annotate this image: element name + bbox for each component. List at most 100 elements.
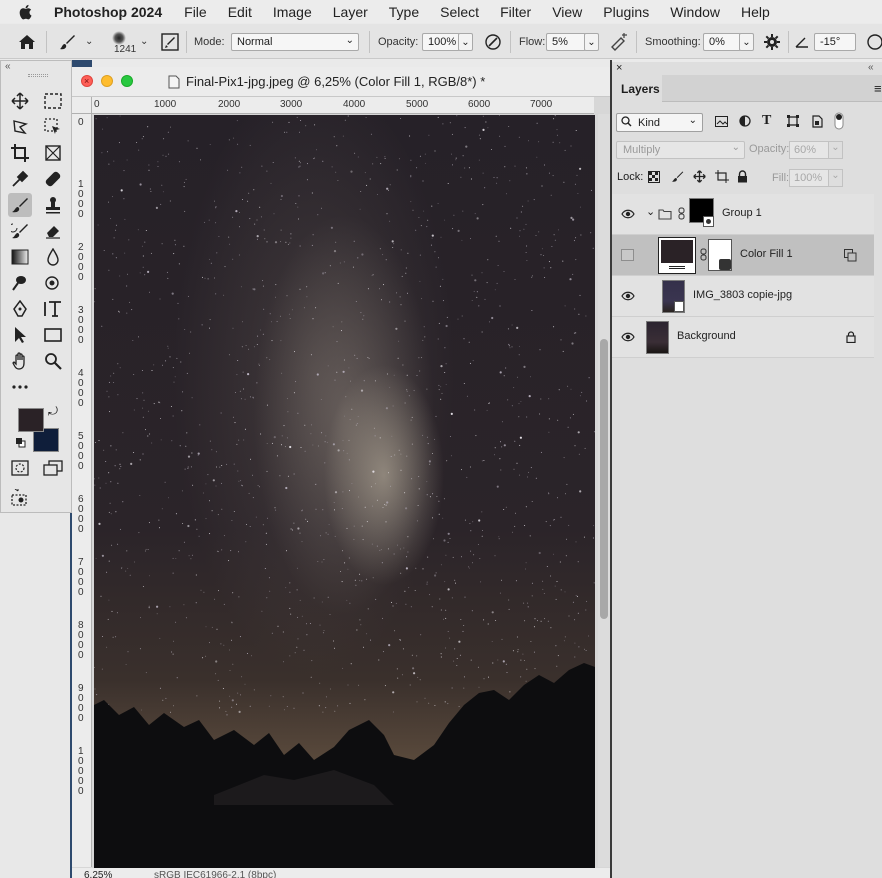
visibility-eye-icon[interactable] xyxy=(621,208,635,220)
rectangle-tool-icon[interactable] xyxy=(41,323,65,347)
vertical-scrollbar[interactable] xyxy=(598,114,610,867)
pressure-opacity-icon[interactable] xyxy=(484,24,502,59)
visibility-eye-icon[interactable] xyxy=(621,331,635,343)
brush-settings-icon[interactable] xyxy=(161,24,179,59)
more-tools-icon[interactable] xyxy=(8,375,32,399)
menu-select[interactable]: Select xyxy=(440,4,479,20)
menu-type[interactable]: Type xyxy=(389,4,419,20)
hand-tool-icon[interactable] xyxy=(8,349,32,373)
smoothing-input[interactable]: 0% xyxy=(703,33,741,51)
vertical-ruler[interactable]: 0 1000 2000 3000 4000 5000 6000 7000 8000 9000 10… xyxy=(72,114,92,867)
ruler-origin[interactable] xyxy=(72,97,92,114)
visibility-eye-icon[interactable] xyxy=(621,290,635,302)
lock-image-pixels-icon[interactable] xyxy=(671,170,684,186)
layer-name[interactable]: Color Fill 1 xyxy=(740,248,793,260)
layer-mask-thumbnail[interactable] xyxy=(708,239,732,271)
flow-input[interactable]: 5% xyxy=(546,33,586,51)
shape-filter-icon[interactable] xyxy=(787,115,799,130)
chevron-down-icon[interactable]: ⌄ xyxy=(85,24,93,59)
color-profile[interactable]: sRGB IEC61966-2.1 (8bpc) xyxy=(154,870,276,878)
lock-icon[interactable] xyxy=(846,331,856,346)
layer-row-background[interactable]: Background xyxy=(612,317,874,358)
fill-input[interactable]: 100% xyxy=(789,169,829,187)
document-title-bar[interactable]: × Final-Pix1-jpg.jpeg @ 6,25% (Color Fil… xyxy=(72,67,610,97)
layer-row-color-fill-1[interactable]: Color Fill 1 xyxy=(612,235,874,276)
home-icon[interactable] xyxy=(18,24,36,59)
image-canvas[interactable] xyxy=(94,115,595,868)
menu-edit[interactable]: Edit xyxy=(228,4,252,20)
default-colors-icon[interactable] xyxy=(15,437,26,451)
close-icon[interactable]: × xyxy=(616,62,622,74)
horizontal-ruler[interactable]: 0 1000 2000 3000 4000 5000 6000 7000 xyxy=(92,97,594,114)
chevron-down-icon[interactable]: ⌄ xyxy=(828,169,843,187)
apple-icon[interactable] xyxy=(18,4,36,20)
brush-tool-icon[interactable] xyxy=(8,193,32,217)
move-tool-icon[interactable] xyxy=(8,89,32,113)
foreground-color-swatch[interactable] xyxy=(18,408,44,432)
gear-icon[interactable] xyxy=(764,24,780,59)
chevron-down-icon[interactable]: ⌄ xyxy=(646,205,655,218)
pen-tool-icon[interactable] xyxy=(8,297,32,321)
mode-select[interactable]: Normal ⌄ xyxy=(231,33,359,51)
adjustment-filter-icon[interactable] xyxy=(739,115,751,130)
smart-object-filter-icon[interactable] xyxy=(811,115,823,131)
visibility-checkbox[interactable] xyxy=(621,249,634,261)
pixel-filter-icon[interactable] xyxy=(715,116,728,130)
screen-mode-icon[interactable] xyxy=(41,456,65,480)
brush-tool-icon[interactable] xyxy=(58,24,76,59)
menu-view[interactable]: View xyxy=(552,4,582,20)
minimize-window-button[interactable] xyxy=(101,75,113,87)
opacity-input[interactable]: 100% xyxy=(422,33,460,51)
lock-artboard-icon[interactable] xyxy=(715,170,729,186)
smudge-tool-icon[interactable] xyxy=(41,271,65,295)
menu-layer[interactable]: Layer xyxy=(333,4,368,20)
menu-plugins[interactable]: Plugins xyxy=(603,4,649,20)
eyedropper-tool-icon[interactable] xyxy=(8,167,32,191)
type-tool-icon[interactable] xyxy=(41,297,65,321)
menu-image[interactable]: Image xyxy=(273,4,312,20)
layer-name[interactable]: Group 1 xyxy=(722,207,762,219)
lock-position-icon[interactable] xyxy=(693,170,706,186)
blend-mode-select[interactable]: Multiply ⌄ xyxy=(616,141,745,159)
menu-filter[interactable]: Filter xyxy=(500,4,531,20)
zoom-level[interactable]: 6,25% xyxy=(84,870,112,878)
filter-kind-select[interactable]: Kind ⌄ xyxy=(616,113,703,132)
brush-angle-input[interactable]: -15° xyxy=(814,33,856,51)
pressure-size-icon[interactable] xyxy=(866,24,882,59)
menu-window[interactable]: Window xyxy=(670,4,720,20)
edit-toolbar-icon[interactable] xyxy=(8,486,32,510)
tab-layers[interactable]: Layers xyxy=(612,75,662,102)
filter-toggle-icon[interactable] xyxy=(834,112,844,133)
dodge-tool-icon[interactable] xyxy=(8,271,32,295)
lock-all-icon[interactable] xyxy=(737,170,748,186)
zoom-tool-icon[interactable] xyxy=(41,349,65,373)
type-filter-icon[interactable]: T xyxy=(762,113,771,129)
object-selection-tool-icon[interactable] xyxy=(41,115,65,139)
smoothing-dropdown[interactable]: ⌄ xyxy=(739,33,754,51)
path-selection-tool-icon[interactable] xyxy=(8,323,32,347)
link-icon[interactable] xyxy=(678,207,685,223)
lock-transparent-pixels-icon[interactable] xyxy=(648,171,660,186)
panel-menu-icon[interactable]: ≡ xyxy=(874,81,882,96)
flow-dropdown[interactable]: ⌄ xyxy=(584,33,599,51)
scrollbar-thumb[interactable] xyxy=(600,339,608,619)
panel-grip[interactable] xyxy=(28,74,48,77)
airbrush-icon[interactable] xyxy=(609,24,629,59)
opacity-dropdown[interactable]: ⌄ xyxy=(458,33,473,51)
history-brush-tool-icon[interactable] xyxy=(8,219,32,243)
blur-tool-icon[interactable] xyxy=(41,245,65,269)
app-name-menu[interactable]: Photoshop 2024 xyxy=(54,4,162,20)
menu-file[interactable]: File xyxy=(184,4,207,20)
zoom-window-button[interactable] xyxy=(121,75,133,87)
stamp-tool-icon[interactable] xyxy=(41,193,65,217)
swap-colors-icon[interactable]: ⤾ xyxy=(48,404,58,419)
layer-opacity-input[interactable]: 60% xyxy=(789,141,829,159)
collapse-panel-icon[interactable]: « xyxy=(868,62,874,73)
lasso-tool-icon[interactable] xyxy=(8,115,32,139)
frame-tool-icon[interactable] xyxy=(41,141,65,165)
gradient-tool-icon[interactable] xyxy=(8,245,32,269)
eraser-tool-icon[interactable] xyxy=(41,219,65,243)
link-icon[interactable] xyxy=(700,248,707,264)
layer-thumbnail[interactable] xyxy=(646,321,669,354)
healing-brush-tool-icon[interactable] xyxy=(41,167,65,191)
